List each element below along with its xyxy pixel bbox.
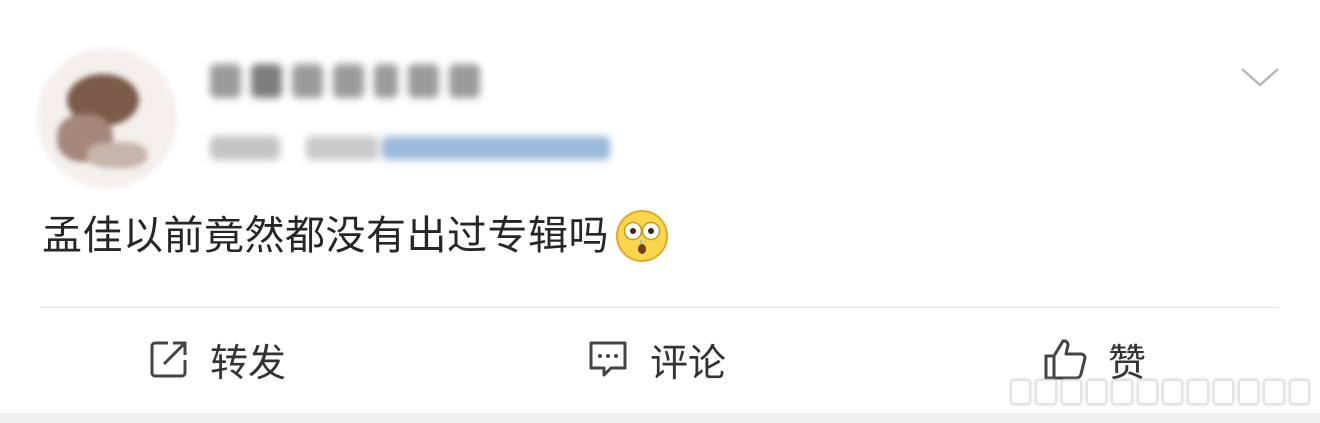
share-icon (150, 341, 187, 378)
username-redacted[interactable] (210, 64, 480, 104)
comment-label: 评论 (650, 340, 727, 385)
post-text: 孟佳以前竟然都没有出过专辑吗 (42, 213, 609, 259)
avatar[interactable] (37, 48, 177, 188)
repost-button[interactable]: 转发 (148, 332, 286, 386)
divider (40, 307, 1278, 308)
comment-icon (589, 341, 627, 377)
feed-separator (0, 413, 1320, 423)
repost-label: 转发 (210, 340, 287, 385)
thumbs-up-icon (1044, 339, 1087, 380)
weibo-post-card: 孟佳以前竟然都没有出过专辑吗 转发 评论 赞 (0, 0, 1320, 415)
comment-button[interactable]: 评论 (586, 332, 726, 386)
chevron-down-icon[interactable] (1238, 62, 1282, 92)
post-meta-redacted (210, 130, 620, 166)
surprised-face-emoji-icon (616, 210, 668, 262)
watermark (1010, 378, 1310, 406)
post-content: 孟佳以前竟然都没有出过专辑吗 (42, 208, 669, 264)
